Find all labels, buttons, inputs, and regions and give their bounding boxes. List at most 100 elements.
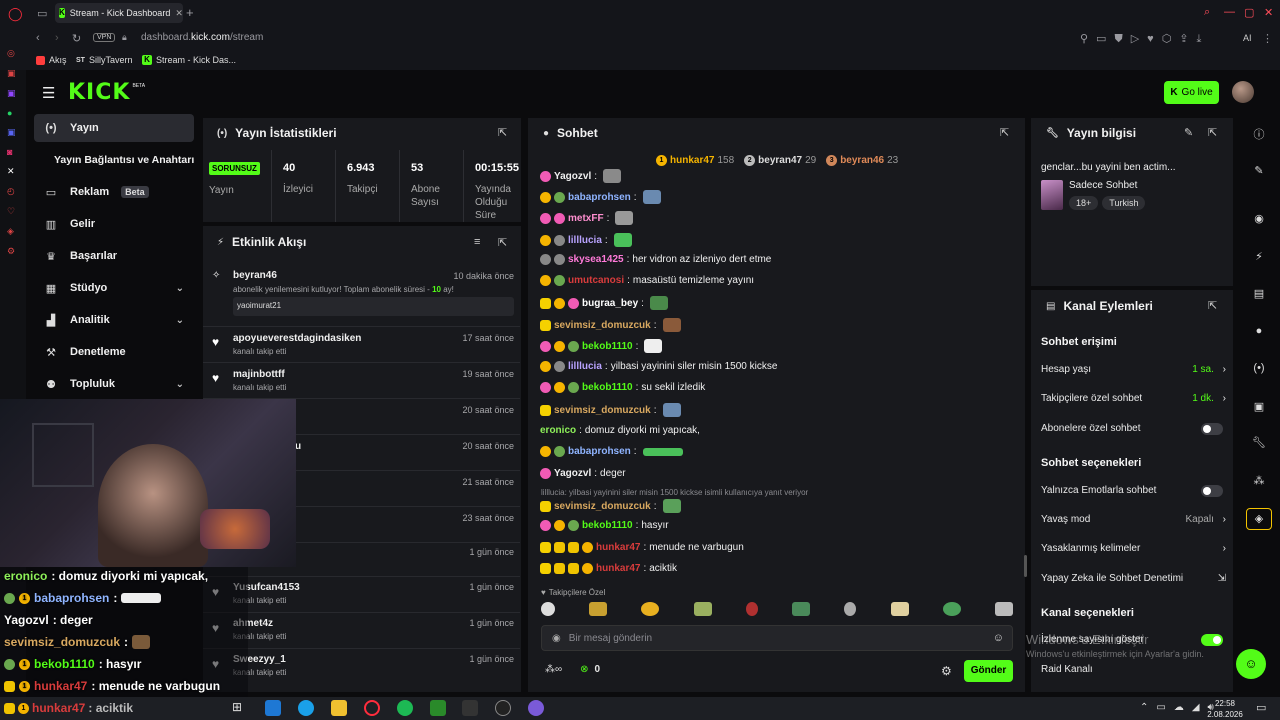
settings-icon[interactable]: ⚙ [7,246,19,257]
chat-message[interactable]: bekob1110: hasyır [540,520,1020,531]
tab-close-icon[interactable]: ✕ [175,8,183,19]
broadcast-icon[interactable]: (•) [1249,362,1269,374]
ai-label[interactable]: AI [1243,33,1252,43]
support-chat-button[interactable]: ☺ [1236,649,1266,679]
obs-icon[interactable] [495,700,511,716]
history-icon[interactable]: ◴ [7,186,19,197]
chat-message[interactable]: Yagozvl: [540,169,1020,183]
forward-icon[interactable]: › [55,32,59,44]
emote-icon[interactable] [693,602,712,616]
discord-icon[interactable]: ▣ [7,127,19,138]
app-icon[interactable] [528,700,544,716]
emote-icon[interactable] [994,602,1013,616]
actions-icon[interactable]: ◈ [1246,508,1272,530]
emote-bar[interactable] [541,602,1013,616]
emotes-only-toggle[interactable] [1201,485,1223,497]
send-button[interactable]: Gönder [964,660,1013,682]
close-window-icon[interactable]: ✕ [1264,6,1273,19]
emote-icon[interactable] [792,602,811,616]
edge-icon[interactable] [298,700,314,716]
viewer-list-icon[interactable]: ⁂∞ [545,664,562,675]
chat-message[interactable]: hunkar47: menude ne varbugun [540,542,1020,553]
chat-username[interactable]: babaprohsen [568,192,631,203]
file-explorer-icon[interactable] [331,700,347,716]
opera-sidebar-icons[interactable]: ◎ ▣ ▣ ● ▣ ◙ ✕ ◴ ♡ ◈ ⚙ [7,48,19,257]
sidebar-item-stream-key[interactable]: Yayın Bağlantısı ve Anahtarı [44,146,214,174]
category-name[interactable]: Sadece Sohbet [1069,180,1137,191]
emote-icon[interactable] [589,602,608,616]
emote-icon[interactable] [942,602,961,616]
back-icon[interactable]: ‹ [36,32,40,44]
chat-message[interactable]: bekob1110: su sekil izledik [540,382,1020,393]
chat-message[interactable]: sevimsiz_domuzcuk: [540,403,1020,417]
chat-message[interactable]: Yagozvl: deger [540,468,1020,479]
followers-only-setting[interactable]: Takipçilere özel sohbet 1 dk. › [1041,393,1226,404]
chat-username[interactable]: bekob1110 [582,341,633,352]
bookmark-akis[interactable]: Akış [36,55,67,65]
chat-username[interactable]: bekob1110 [582,382,633,393]
chat-username[interactable]: metxFF [568,213,604,224]
sidebar-item-gelir[interactable]: ▥ Gelir [34,210,194,238]
sidebar-item-analitik[interactable]: ▟ Analitik ⌄ [34,306,194,334]
info-icon[interactable]: ⓘ [1249,126,1269,142]
users-icon[interactable]: ⁂ [1249,474,1269,487]
sidebar-item-denetleme[interactable]: ⚒ Denetleme [34,338,194,366]
wrench-icon[interactable]: 🔧︎ [1249,436,1269,449]
popout-icon[interactable]: ⇱ [1000,126,1009,139]
chat-username[interactable]: sevimsiz_domuzcuk [554,320,651,331]
chat-username[interactable]: babaprohsen [568,446,631,457]
tag-badge[interactable]: Turkish [1102,196,1146,210]
show-viewer-count-toggle[interactable] [1201,634,1223,646]
sidebar-item-studyo[interactable]: ▦ Stüdyo ⌄ [34,274,194,302]
clock[interactable]: 22:58 2.08.2026 [1204,698,1246,720]
subs-only-toggle[interactable] [1201,423,1223,435]
gifter-2[interactable]: 2 beyran47 29 [744,155,816,166]
chat-input[interactable]: ◉ Bir mesaj gönderin ☺ [541,625,1013,651]
notification-icon[interactable]: ▭ [1256,701,1266,714]
filter-icon[interactable]: ≡ [474,236,480,248]
hamburger-menu-icon[interactable]: ☰ [42,84,55,102]
bookmark-kick[interactable]: K Stream - Kick Das... [142,55,236,65]
search-icon[interactable]: ⌕ [1204,6,1210,19]
opera-icon[interactable]: ◎ [7,48,19,59]
chat-username[interactable]: sevimsiz_domuzcuk [554,405,651,416]
emote-icon[interactable] [641,602,660,616]
chat-username[interactable]: umutcanosi [568,275,624,286]
chat-username[interactable]: sevimsiz_domuzcuk [554,501,651,512]
gifter-3[interactable]: 3 beyran46 23 [826,155,898,166]
document-icon[interactable]: ▤ [1249,287,1269,300]
new-tab-icon[interactable]: + [186,5,194,20]
razer-icon[interactable] [430,700,446,716]
panel-icon[interactable]: ▣ [1249,400,1269,413]
opera-taskbar-icon[interactable] [364,700,380,716]
bookmark-side-icon[interactable]: ♡ [7,206,19,217]
popout-icon[interactable]: ⇱ [498,236,507,249]
bookmark-sillytavern[interactable]: ST SillyTavern [76,55,132,65]
pencil-icon[interactable]: ✎ [1249,164,1269,177]
chat-message[interactable]: babaprohsen: [540,446,1020,457]
chat-message[interactable]: babaprohsen: [540,190,1020,204]
popout-icon[interactable]: ⇱ [498,126,507,139]
sidebar-item-yayin[interactable]: (•) Yayın [34,114,194,142]
banned-words-setting[interactable]: Yasaklanmış kelimeler › [1041,543,1226,554]
chat-message[interactable]: lilllucia: yilbasi yayinini siler misin 1… [540,361,1020,372]
ai-moderation-setting[interactable]: Yapay Zeka ile Sohbet Denetimi ⇲ [1041,573,1226,584]
slow-mode-setting[interactable]: Yavaş mod Kapalı › [1041,514,1226,525]
popout-icon[interactable]: ⇱ [1208,126,1217,139]
menu-dots-icon[interactable]: ⋮ [1262,32,1273,45]
reload-icon[interactable]: ↻ [72,32,81,45]
chat-settings-icon[interactable]: ⚙ [941,664,952,678]
chat-username[interactable]: hunkar47 [596,563,640,574]
maximize-icon[interactable]: ▢ [1244,6,1254,19]
emote-icon[interactable] [745,602,758,616]
chat-username[interactable]: bugraa_bey [582,298,638,309]
chat-username[interactable]: skysea1425 [568,254,624,265]
chat-scrollbar[interactable] [1024,555,1027,577]
camera-icon[interactable]: ◉ [1249,212,1269,225]
chat-username[interactable]: bekob1110 [582,520,633,531]
chat-message[interactable]: sevimsiz_domuzcuk: [540,499,1020,513]
chat-message[interactable]: umutcanosi: masaüstü temizleme yayını [540,275,1020,286]
sidebar-item-basarilar[interactable]: ♛ Başarılar [34,242,194,270]
vpn-badge[interactable]: VPN [93,33,116,42]
whatsapp-icon[interactable]: ● [7,108,19,118]
